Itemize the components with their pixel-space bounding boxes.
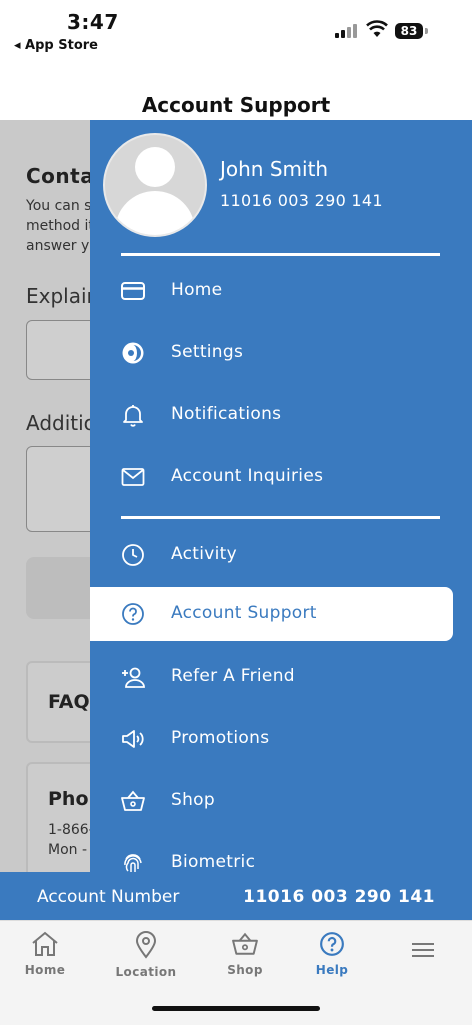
tab-label: Help [315, 963, 349, 977]
house-icon [32, 931, 58, 956]
menu-divider [121, 253, 440, 256]
menu-item-label: Account Support [171, 603, 317, 623]
menu-item-notifications[interactable]: Notifications [90, 388, 453, 442]
menu-item-biometric[interactable]: Biometric [90, 836, 453, 872]
megaphone-icon [122, 730, 144, 748]
bell-icon [123, 405, 143, 427]
fingerprint-icon [124, 854, 142, 872]
menu-item-label: Settings [171, 342, 244, 362]
menu-item-label: Biometric [171, 852, 256, 872]
phone-number: 1-866- [48, 822, 94, 838]
back-to-app-store-link[interactable]: ◂ App Store [14, 38, 98, 53]
page-title: Account Support [141, 93, 331, 117]
battery-nub [425, 28, 428, 34]
basket-icon [121, 790, 145, 811]
avatar-body [115, 191, 195, 235]
title-bar: Account Support [0, 80, 472, 120]
menu-item-label: Home [171, 280, 223, 300]
tab-help[interactable]: Help [292, 931, 372, 981]
account-number-value: 11016 003 290 141 [243, 887, 435, 907]
hamburger-menu-icon [412, 943, 434, 957]
wifi-icon [366, 20, 388, 37]
tab-home[interactable]: Home [5, 931, 85, 981]
tab-label: Shop [227, 963, 263, 977]
tab-shop[interactable]: Shop [205, 931, 285, 981]
help-circle-icon [122, 603, 144, 625]
card-icon [121, 282, 145, 300]
menu-item-label: Activity [171, 544, 237, 564]
tab-more-menu[interactable] [383, 931, 463, 981]
help-circle-icon [320, 932, 344, 956]
avatar-head [135, 147, 175, 187]
menu-item-account-inquiries[interactable]: Account Inquiries [90, 450, 453, 504]
account-number-label: Account Number [37, 887, 180, 907]
menu-item-label: Notifications [171, 404, 282, 424]
phone-hours: Mon - [48, 842, 88, 858]
clock-icon [122, 544, 144, 566]
battery-icon: 83 [395, 23, 423, 39]
side-drawer: John Smith 11016 003 290 141 Home Settin… [90, 120, 472, 872]
add-person-icon [122, 667, 145, 688]
tab-label: Location [115, 965, 177, 979]
menu-item-label: Shop [171, 790, 215, 810]
user-account-number: 11016 003 290 141 [220, 191, 383, 210]
menu-item-promotions[interactable]: Promotions [90, 712, 453, 766]
account-number-bar: Account Number 11016 003 290 141 [0, 872, 472, 920]
tab-location[interactable]: Location [106, 931, 186, 981]
home-indicator[interactable] [152, 1006, 320, 1011]
cellular-signal-icon [335, 22, 361, 38]
menu-item-account-support[interactable]: Account Support [90, 587, 453, 641]
menu-item-settings[interactable]: Settings [90, 326, 453, 380]
menu-item-refer-a-friend[interactable]: Refer A Friend [90, 650, 453, 704]
settings-icon [122, 342, 144, 364]
menu-item-home[interactable]: Home [90, 264, 453, 318]
contact-heading: Conta [26, 164, 95, 188]
menu-item-shop[interactable]: Shop [90, 774, 453, 828]
user-name: John Smith [220, 157, 329, 181]
menu-item-label: Promotions [171, 728, 270, 748]
tab-label: Home [24, 963, 66, 977]
status-time: 3:47 [67, 10, 119, 34]
additional-label: Additio [26, 411, 96, 435]
explain-label: Explain [26, 284, 100, 308]
menu-item-label: Refer A Friend [171, 666, 295, 686]
envelope-icon [121, 468, 145, 486]
menu-item-label: Account Inquiries [171, 466, 324, 486]
menu-divider [121, 516, 440, 519]
basket-icon [232, 932, 258, 955]
location-pin-icon [135, 931, 157, 959]
status-bar: 3:47 ◂ App Store 83 [0, 0, 472, 60]
menu-item-activity[interactable]: Activity [90, 528, 453, 582]
avatar[interactable] [103, 133, 207, 237]
